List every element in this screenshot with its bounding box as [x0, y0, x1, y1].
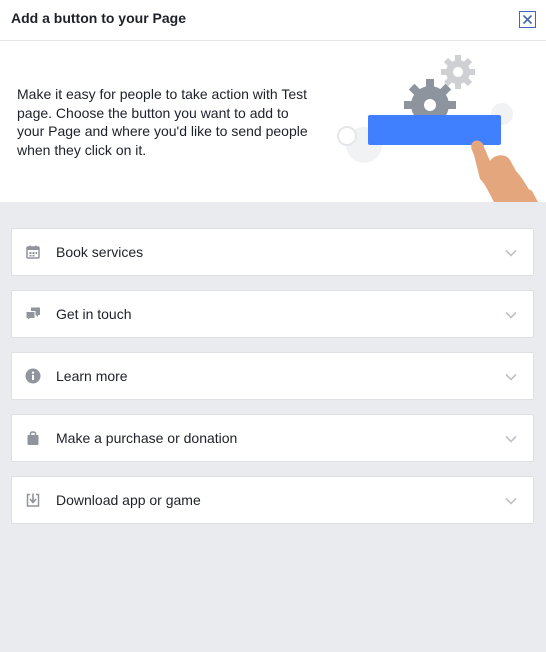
option-make-purchase-or-donation[interactable]: Make a purchase or donation	[11, 414, 534, 462]
option-learn-more[interactable]: Learn more	[11, 352, 534, 400]
option-get-in-touch[interactable]: Get in touch	[11, 290, 534, 338]
option-book-services[interactable]: Book services	[11, 228, 534, 276]
dialog-title: Add a button to your Page	[11, 10, 186, 26]
info-icon	[25, 368, 41, 384]
intro-section: Make it easy for people to take action w…	[0, 41, 546, 202]
option-download-app-or-game[interactable]: Download app or game	[11, 476, 534, 524]
close-icon	[520, 12, 535, 27]
option-label: Book services	[56, 244, 144, 260]
option-label: Download app or game	[56, 492, 201, 508]
option-label: Learn more	[56, 368, 128, 384]
chevron-down-icon	[504, 370, 518, 384]
button-illustration	[330, 41, 546, 202]
shopping-bag-icon	[25, 430, 41, 446]
intro-description: Make it easy for people to take action w…	[17, 86, 308, 158]
chevron-down-icon	[504, 308, 518, 322]
download-icon	[25, 492, 41, 508]
button-options-list: Book services Get in touch Learn more Ma…	[11, 228, 534, 538]
option-label: Make a purchase or donation	[56, 430, 238, 446]
close-button[interactable]	[519, 11, 536, 28]
chevron-down-icon	[504, 246, 518, 260]
chat-bubbles-icon	[25, 306, 41, 322]
chevron-down-icon	[504, 432, 518, 446]
option-label: Get in touch	[56, 306, 132, 322]
dialog-header: Add a button to your Page	[0, 0, 546, 41]
chevron-down-icon	[504, 494, 518, 508]
calendar-icon	[25, 244, 41, 260]
